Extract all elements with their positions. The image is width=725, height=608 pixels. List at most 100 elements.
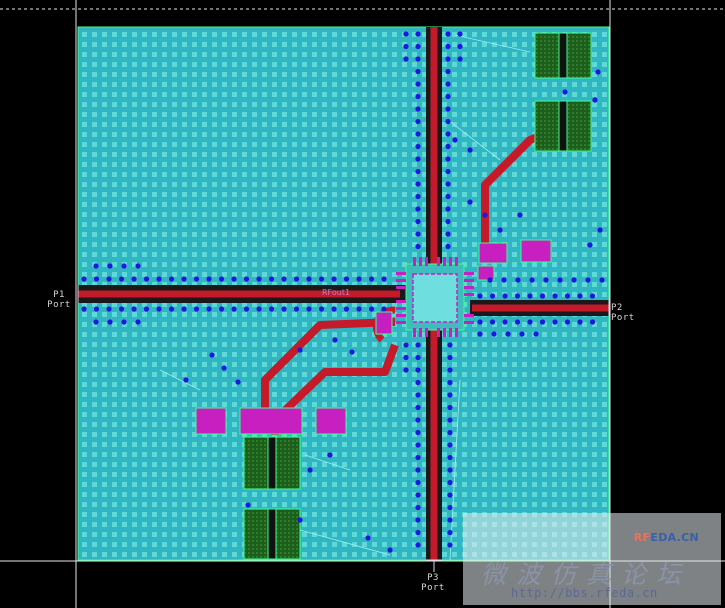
- via: [118, 306, 125, 312]
- via: [477, 319, 483, 325]
- via: [415, 168, 421, 175]
- via: [193, 276, 200, 282]
- via: [306, 306, 312, 312]
- via: [415, 118, 421, 125]
- via: [281, 276, 287, 282]
- via: [332, 337, 338, 343]
- via: [447, 367, 453, 373]
- via: [457, 31, 463, 37]
- port-p3-name: P3: [427, 573, 439, 583]
- via: [415, 367, 421, 373]
- via: [231, 276, 237, 282]
- via: [457, 43, 463, 50]
- via: [447, 417, 453, 423]
- via: [356, 276, 362, 282]
- via: [447, 504, 453, 511]
- via: [502, 293, 508, 299]
- via: [467, 199, 473, 205]
- via: [415, 131, 421, 137]
- via: [107, 319, 113, 325]
- via: [415, 354, 421, 361]
- via: [415, 106, 421, 112]
- via: [143, 276, 150, 282]
- via: [477, 293, 483, 299]
- watermark: RFEDA.CN 微波仿真论坛 http://bbs.rfeda.cn: [463, 513, 721, 605]
- via: [168, 306, 175, 312]
- via: [415, 479, 421, 486]
- via: [415, 404, 421, 411]
- ic-chip[interactable]: [405, 263, 465, 331]
- via: [121, 319, 127, 325]
- via: [415, 143, 421, 150]
- via: [349, 349, 355, 355]
- via: [489, 319, 496, 325]
- via: [501, 277, 507, 283]
- via: [245, 502, 251, 508]
- via: [445, 168, 451, 175]
- watermark-logo-rf: RF: [633, 531, 651, 544]
- via: [268, 306, 275, 312]
- via: [106, 306, 112, 312]
- watermark-url: http://bbs.rfeda.cn: [511, 586, 658, 600]
- via: [489, 293, 496, 299]
- via: [415, 504, 421, 511]
- via: [415, 442, 421, 448]
- via: [415, 231, 421, 237]
- via: [343, 276, 350, 282]
- via: [268, 276, 275, 282]
- via: [156, 306, 162, 312]
- via: [93, 306, 100, 312]
- via: [543, 277, 549, 283]
- via: [168, 276, 175, 282]
- via: [447, 442, 453, 448]
- port-p2-name: P2: [611, 303, 623, 313]
- via: [231, 306, 237, 312]
- via: [206, 306, 212, 312]
- via: [487, 277, 493, 283]
- via: [447, 342, 453, 348]
- via: [415, 342, 421, 348]
- via: [218, 276, 225, 282]
- port-p1-name: P1: [53, 290, 65, 300]
- via: [93, 319, 99, 325]
- via: [445, 68, 451, 75]
- via: [156, 276, 162, 282]
- via: [517, 212, 523, 218]
- via: [589, 293, 596, 299]
- port-p3-label[interactable]: P3 Port: [415, 573, 451, 593]
- via: [415, 56, 421, 62]
- via: [415, 379, 421, 386]
- via: [415, 156, 421, 162]
- via: [445, 143, 451, 150]
- via: [552, 319, 558, 325]
- via: [403, 31, 409, 37]
- port-p2-label[interactable]: P2 Port: [611, 303, 645, 323]
- via: [529, 277, 535, 283]
- via: [107, 263, 113, 269]
- via: [445, 156, 451, 162]
- via: [281, 306, 287, 312]
- port-p1-label[interactable]: P1 Port: [42, 290, 76, 310]
- watermark-logo-rest: EDA.CN: [650, 531, 699, 544]
- via: [599, 277, 605, 283]
- via: [447, 379, 453, 386]
- via: [562, 89, 568, 95]
- via: [557, 277, 563, 283]
- via: [365, 535, 371, 541]
- via: [243, 276, 250, 282]
- via: [552, 293, 558, 299]
- via: [445, 43, 451, 50]
- via: [445, 206, 451, 212]
- via: [415, 454, 421, 461]
- via: [415, 181, 421, 187]
- via: [387, 547, 393, 553]
- via: [93, 263, 99, 269]
- via: [447, 467, 453, 473]
- via: [514, 293, 521, 299]
- via: [445, 131, 451, 137]
- via: [368, 306, 375, 312]
- via: [585, 277, 591, 283]
- via: [93, 276, 100, 282]
- via: [445, 243, 451, 250]
- via: [477, 331, 483, 337]
